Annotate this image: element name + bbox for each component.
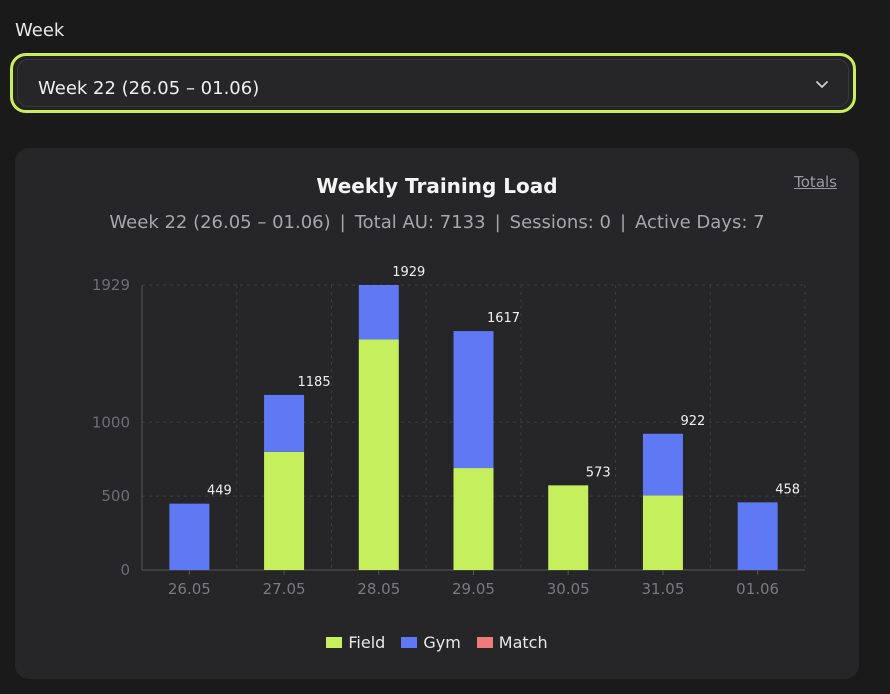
bar-gym-27.05: [264, 394, 305, 452]
week-select-value: Week 22 (26.05 – 01.06): [38, 78, 260, 99]
x-tick-label: 30.05: [547, 580, 590, 598]
legend-label: Match: [498, 633, 548, 652]
y-tick-label: 500: [101, 487, 130, 505]
chevron-down-icon: [816, 81, 828, 88]
bar-total-label: 458: [775, 482, 800, 497]
legend-item-gym[interactable]: Gym: [401, 633, 461, 652]
week-label: Week: [15, 20, 65, 41]
x-tick-label: 01.06: [736, 580, 779, 598]
bar-gym-28.05: [358, 285, 399, 340]
training-load-chart: 0 500 1000 1929 449 26.05 1185 27.05 1929 28.05 16…: [92, 265, 806, 598]
x-tick-label: 31.05: [641, 580, 684, 598]
chart-card: Weekly Training Load Totals Week 22 (26.…: [15, 148, 859, 679]
legend-item-match[interactable]: Match: [476, 633, 548, 652]
bar-total-label: 1929: [392, 265, 425, 280]
bar-gym-29.05: [453, 331, 494, 469]
x-tick-label: 28.05: [357, 580, 400, 598]
bar-field-28.05: [358, 339, 399, 570]
week-select-field[interactable]: Week 22 (26.05 – 01.06): [17, 59, 849, 107]
bar-total-label: 922: [681, 414, 706, 429]
bar-total-label: 573: [586, 465, 611, 480]
bar-gym-26.05: [169, 503, 210, 570]
x-tick-label: 29.05: [452, 580, 495, 598]
week-select[interactable]: Week 22 (26.05 – 01.06): [10, 53, 856, 113]
legend-swatch: [401, 637, 418, 648]
bar-gym-01.06: [737, 502, 778, 570]
legend-item-field[interactable]: Field: [326, 633, 385, 652]
x-tick-label: 26.05: [168, 580, 211, 598]
legend-label: Gym: [423, 633, 461, 652]
bar-total-label: 449: [207, 484, 232, 499]
bar-total-label: 1185: [298, 375, 331, 390]
legend-swatch: [476, 637, 493, 648]
bar-field-30.05: [548, 485, 589, 570]
bar-field-27.05: [264, 451, 305, 570]
chart-legend: Field Gym Match: [15, 633, 859, 652]
bar-gym-31.05: [642, 433, 683, 496]
y-tick-label: 1000: [92, 413, 130, 431]
x-tick-label: 27.05: [263, 580, 306, 598]
bar-field-29.05: [453, 468, 494, 570]
bar-total-label: 1617: [487, 311, 520, 326]
y-tick-label: 0: [120, 561, 130, 579]
legend-swatch: [326, 637, 343, 648]
legend-label: Field: [348, 633, 386, 652]
bar-field-31.05: [642, 495, 683, 570]
y-tick-label: 1929: [92, 276, 130, 294]
